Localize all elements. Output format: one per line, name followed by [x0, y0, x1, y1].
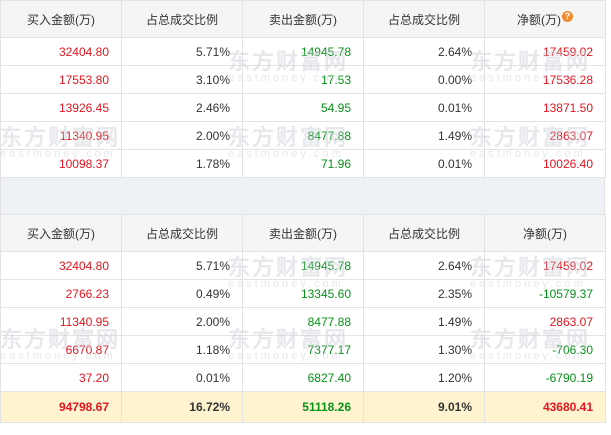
- net-amount-cell: -6790.19: [484, 363, 606, 392]
- buy-amount-cell: 11340.95: [0, 307, 122, 336]
- top-list-table-1: 买入金额(万) 占总成交比例 卖出金额(万) 占总成交比例 净额(万)? 324…: [0, 0, 606, 178]
- net-amount-cell: 17536.28: [484, 65, 606, 94]
- total-net-amount: 43680.41: [484, 391, 606, 423]
- table-row: 11340.95 2.00% 8477.88 1.49% 2863.07: [0, 121, 606, 150]
- header-sell-ratio: 占总成交比例: [363, 214, 485, 252]
- net-amount-cell: 2863.07: [484, 121, 606, 150]
- header-sell-amount: 卖出金额(万): [242, 0, 364, 38]
- sell-amount-cell: 71.96: [242, 149, 364, 178]
- total-sell-ratio: 9.01%: [363, 391, 485, 423]
- sell-amount-cell: 54.95: [242, 93, 364, 122]
- table-row: 32404.80 5.71% 14945.78 2.64% 17459.02: [0, 37, 606, 66]
- header-net-label: 净额(万): [517, 12, 561, 27]
- table-header: 买入金额(万) 占总成交比例 卖出金额(万) 占总成交比例 净额(万): [0, 214, 606, 252]
- buy-amount-cell: 10098.37: [0, 149, 122, 178]
- buy-ratio-cell: 2.46%: [121, 93, 243, 122]
- header-buy-ratio: 占总成交比例: [121, 214, 243, 252]
- sell-amount-cell: 13345.60: [242, 279, 364, 308]
- header-net-amount: 净额(万)?: [484, 0, 606, 38]
- buy-ratio-cell: 5.71%: [121, 251, 243, 280]
- buy-ratio-cell: 3.10%: [121, 65, 243, 94]
- sell-amount-cell: 8477.88: [242, 307, 364, 336]
- buy-amount-cell: 6670.87: [0, 335, 122, 364]
- buy-ratio-cell: 2.00%: [121, 121, 243, 150]
- buy-ratio-cell: 0.49%: [121, 279, 243, 308]
- sell-ratio-cell: 0.00%: [363, 65, 485, 94]
- buy-amount-cell: 17553.80: [0, 65, 122, 94]
- table-separator: [0, 178, 605, 214]
- header-sell-ratio: 占总成交比例: [363, 0, 485, 38]
- net-amount-cell: 10026.40: [484, 149, 606, 178]
- buy-ratio-cell: 2.00%: [121, 307, 243, 336]
- buy-amount-cell: 37.20: [0, 363, 122, 392]
- table-row: 2766.23 0.49% 13345.60 2.35% -10579.37: [0, 279, 606, 308]
- total-buy-ratio: 16.72%: [121, 391, 243, 423]
- table-header: 买入金额(万) 占总成交比例 卖出金额(万) 占总成交比例 净额(万)?: [0, 0, 606, 38]
- net-amount-cell: 13871.50: [484, 93, 606, 122]
- table-row: 13926.45 2.46% 54.95 0.01% 13871.50: [0, 93, 606, 122]
- sell-amount-cell: 8477.88: [242, 121, 364, 150]
- sell-amount-cell: 17.53: [242, 65, 364, 94]
- table-row: 11340.95 2.00% 8477.88 1.49% 2863.07: [0, 307, 606, 336]
- sell-ratio-cell: 0.01%: [363, 93, 485, 122]
- buy-amount-cell: 2766.23: [0, 279, 122, 308]
- buy-amount-cell: 13926.45: [0, 93, 122, 122]
- net-amount-cell: -706.30: [484, 335, 606, 364]
- net-amount-cell: 17459.02: [484, 251, 606, 280]
- buy-ratio-cell: 5.71%: [121, 37, 243, 66]
- table-row: 32404.80 5.71% 14945.78 2.64% 17459.02: [0, 251, 606, 280]
- header-buy-amount: 买入金额(万): [0, 214, 122, 252]
- sell-amount-cell: 6827.40: [242, 363, 364, 392]
- sell-ratio-cell: 0.01%: [363, 149, 485, 178]
- table-row: 6670.87 1.18% 7377.17 1.30% -706.30: [0, 335, 606, 364]
- sell-amount-cell: 14945.78: [242, 251, 364, 280]
- total-sell-amount: 51118.26: [242, 391, 364, 423]
- top-list-table-2: 买入金额(万) 占总成交比例 卖出金额(万) 占总成交比例 净额(万) 3240…: [0, 214, 606, 423]
- total-row: 94798.67 16.72% 51118.26 9.01% 43680.41: [0, 391, 606, 423]
- buy-amount-cell: 11340.95: [0, 121, 122, 150]
- sell-ratio-cell: 2.35%: [363, 279, 485, 308]
- net-amount-cell: -10579.37: [484, 279, 606, 308]
- sell-ratio-cell: 1.30%: [363, 335, 485, 364]
- buy-amount-cell: 32404.80: [0, 251, 122, 280]
- sell-ratio-cell: 1.49%: [363, 121, 485, 150]
- net-amount-cell: 2863.07: [484, 307, 606, 336]
- total-buy-amount: 94798.67: [0, 391, 122, 423]
- sell-ratio-cell: 2.64%: [363, 37, 485, 66]
- table-row: 17553.80 3.10% 17.53 0.00% 17536.28: [0, 65, 606, 94]
- net-amount-cell: 17459.02: [484, 37, 606, 66]
- table-row: 37.20 0.01% 6827.40 1.20% -6790.19: [0, 363, 606, 392]
- sell-ratio-cell: 1.20%: [363, 363, 485, 392]
- sell-ratio-cell: 1.49%: [363, 307, 485, 336]
- sell-amount-cell: 14945.78: [242, 37, 364, 66]
- sell-amount-cell: 7377.17: [242, 335, 364, 364]
- header-buy-amount: 买入金额(万): [0, 0, 122, 38]
- header-net-amount: 净额(万): [484, 214, 606, 252]
- buy-ratio-cell: 1.78%: [121, 149, 243, 178]
- buy-amount-cell: 32404.80: [0, 37, 122, 66]
- sell-ratio-cell: 2.64%: [363, 251, 485, 280]
- table-row: 10098.37 1.78% 71.96 0.01% 10026.40: [0, 149, 606, 178]
- help-icon[interactable]: ?: [562, 10, 573, 22]
- header-sell-amount: 卖出金额(万): [242, 214, 364, 252]
- buy-ratio-cell: 0.01%: [121, 363, 243, 392]
- header-buy-ratio: 占总成交比例: [121, 0, 243, 38]
- buy-ratio-cell: 1.18%: [121, 335, 243, 364]
